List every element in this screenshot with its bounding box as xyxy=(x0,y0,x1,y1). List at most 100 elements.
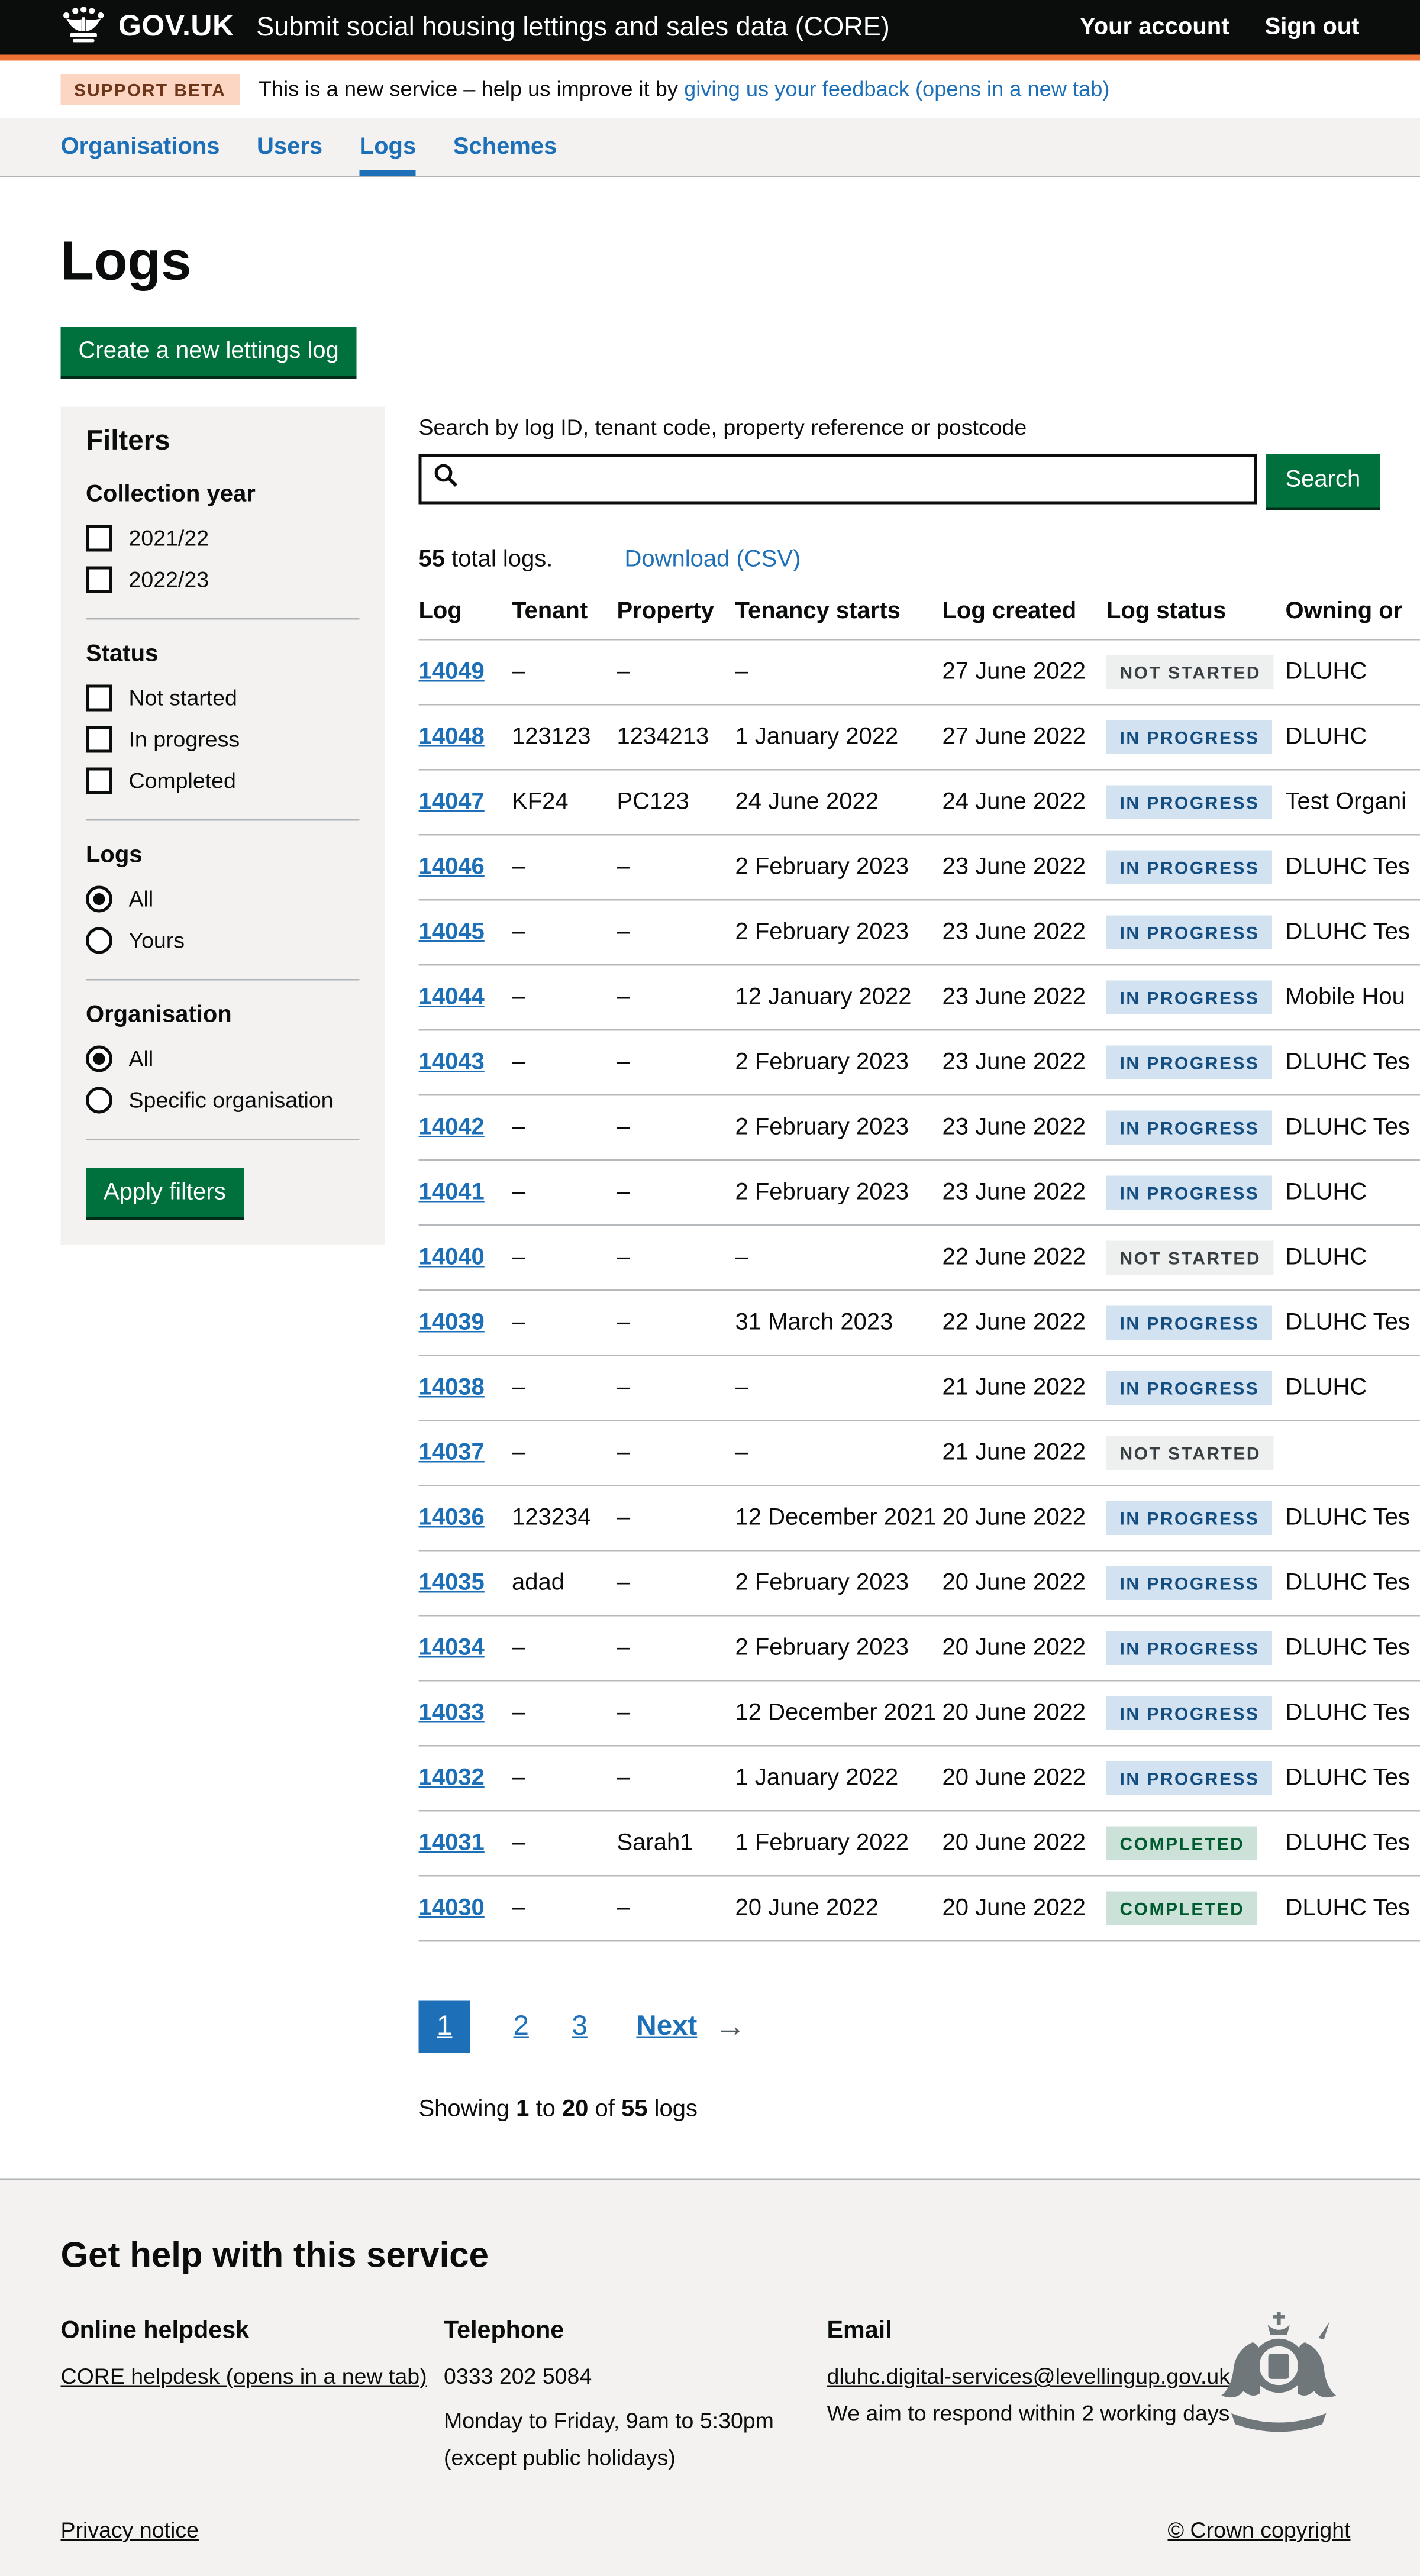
filter-option: Not started xyxy=(86,685,360,712)
feedback-link[interactable]: giving us your feedback (opens in a new … xyxy=(684,77,1109,101)
nav-item-schemes[interactable]: Schemes xyxy=(453,118,557,176)
log-id-link[interactable]: 14034 xyxy=(419,1635,485,1660)
crown-copyright-link[interactable]: © Crown copyright xyxy=(1167,2519,1350,2544)
log-id-link[interactable]: 14047 xyxy=(419,789,485,815)
log-id-link[interactable]: 14035 xyxy=(419,1570,485,1595)
tenant-cell: – xyxy=(512,835,617,900)
sign-out-link[interactable]: Sign out xyxy=(1265,14,1360,41)
checkbox-completed[interactable] xyxy=(86,768,112,794)
radio-logs-yours[interactable] xyxy=(86,927,112,954)
radio-organisation-all[interactable] xyxy=(86,1046,112,1072)
status-tag: IN PROGRESS xyxy=(1106,1696,1273,1731)
property-cell: – xyxy=(617,1550,735,1615)
privacy-notice-link[interactable]: Privacy notice xyxy=(61,2519,199,2544)
log-created-cell: 20 June 2022 xyxy=(943,1615,1107,1680)
property-cell: – xyxy=(617,1485,735,1550)
checkbox-in-progress[interactable] xyxy=(86,726,112,753)
property-cell: – xyxy=(617,1290,735,1355)
apply-filters-button[interactable]: Apply filters xyxy=(86,1168,244,1217)
log-id-link[interactable]: 14049 xyxy=(419,659,485,684)
log-status-cell: IN PROGRESS xyxy=(1106,770,1286,835)
owning-organisation-cell: DLUHC Tes xyxy=(1286,1746,1420,1811)
table-header-row: Log Tenant Property Tenancy starts Log c… xyxy=(419,596,1420,640)
filter-divider xyxy=(86,618,360,620)
log-id-link[interactable]: 14046 xyxy=(419,854,485,880)
filters-title: Filters xyxy=(86,426,360,458)
log-id-link[interactable]: 14042 xyxy=(419,1114,485,1140)
log-id-link[interactable]: 14043 xyxy=(419,1049,485,1075)
tenancy-starts-cell: 20 June 2022 xyxy=(735,1876,943,1941)
service-name[interactable]: Submit social housing lettings and sales… xyxy=(256,12,890,43)
download-csv-link[interactable]: Download (CSV) xyxy=(624,547,801,573)
pagination: 1 2 3 Next → xyxy=(419,2001,1420,2053)
property-cell: – xyxy=(617,1876,735,1941)
log-cell: 14049 xyxy=(419,639,512,704)
log-id-link[interactable]: 14039 xyxy=(419,1310,485,1335)
pagination-page-2[interactable]: 2 xyxy=(514,2011,529,2043)
nav-item-logs[interactable]: Logs xyxy=(360,118,417,176)
your-account-link[interactable]: Your account xyxy=(1080,14,1229,41)
status-tag: IN PROGRESS xyxy=(1106,720,1273,755)
status-tag: IN PROGRESS xyxy=(1106,1046,1273,1080)
filter-option: Specific organisation xyxy=(86,1087,360,1114)
table-row: 14040–––22 June 2022NOT STARTEDDLUHC xyxy=(419,1225,1420,1290)
log-status-cell: NOT STARTED xyxy=(1106,639,1286,704)
log-id-link[interactable]: 14032 xyxy=(419,1765,485,1790)
log-id-link[interactable]: 14040 xyxy=(419,1245,485,1270)
log-status-cell: IN PROGRESS xyxy=(1106,1680,1286,1746)
owning-organisation-cell: DLUHC Tes xyxy=(1286,1876,1420,1941)
log-status-cell: IN PROGRESS xyxy=(1106,900,1286,965)
checkbox-2021-22[interactable] xyxy=(86,525,112,552)
log-id-link[interactable]: 14033 xyxy=(419,1700,485,1725)
telephone-number: 0333 202 5084 xyxy=(444,2365,827,2390)
log-id-link[interactable]: 14038 xyxy=(419,1375,485,1400)
core-helpdesk-link[interactable]: CORE helpdesk (opens in a new tab) xyxy=(61,2365,427,2390)
log-cell: 14044 xyxy=(419,965,512,1030)
log-id-link[interactable]: 14031 xyxy=(419,1830,485,1856)
tenancy-starts-cell: 1 January 2022 xyxy=(735,1746,943,1811)
total-logs-suffix: total logs. xyxy=(445,547,553,573)
owning-organisation-cell: DLUHC Tes xyxy=(1286,1811,1420,1876)
log-created-cell: 21 June 2022 xyxy=(943,1355,1107,1420)
log-cell: 14043 xyxy=(419,1030,512,1095)
log-id-link[interactable]: 14037 xyxy=(419,1440,485,1465)
search-input[interactable] xyxy=(469,464,1243,494)
log-cell: 14035 xyxy=(419,1550,512,1615)
log-created-cell: 24 June 2022 xyxy=(943,770,1107,835)
log-status-cell: IN PROGRESS xyxy=(1106,965,1286,1030)
filter-option: All xyxy=(86,886,360,913)
log-id-link[interactable]: 14048 xyxy=(419,724,485,749)
nav-item-organisations[interactable]: Organisations xyxy=(61,118,220,176)
tenant-cell: – xyxy=(512,639,617,704)
log-id-link[interactable]: 14044 xyxy=(419,984,485,1010)
log-cell: 14036 xyxy=(419,1485,512,1550)
log-id-link[interactable]: 14036 xyxy=(419,1505,485,1530)
govuk-logo-text[interactable]: GOV.UK xyxy=(118,11,234,45)
pagination-page-1-current[interactable]: 1 xyxy=(419,2001,471,2053)
nav-item-users[interactable]: Users xyxy=(257,118,322,176)
pagination-next-link[interactable]: Next xyxy=(636,2011,697,2043)
log-id-link[interactable]: 14045 xyxy=(419,919,485,945)
search-button[interactable]: Search xyxy=(1266,454,1380,508)
checkbox-not-started[interactable] xyxy=(86,685,112,712)
property-cell: – xyxy=(617,900,735,965)
status-tag: IN PROGRESS xyxy=(1106,1501,1273,1536)
create-lettings-log-button[interactable]: Create a new lettings log xyxy=(61,327,357,376)
radio-specific-organisation[interactable] xyxy=(86,1087,112,1114)
owning-organisation-cell: DLUHC xyxy=(1286,704,1420,770)
radio-label: Specific organisation xyxy=(129,1088,334,1113)
tenant-cell: 123123 xyxy=(512,704,617,770)
property-cell: – xyxy=(617,1680,735,1746)
log-cell: 14031 xyxy=(419,1811,512,1876)
log-status-cell: NOT STARTED xyxy=(1106,1225,1286,1290)
pagination-page-3[interactable]: 3 xyxy=(572,2011,587,2043)
table-row: 14047KF24PC12324 June 202224 June 2022IN… xyxy=(419,770,1420,835)
radio-logs-all[interactable] xyxy=(86,886,112,913)
log-id-link[interactable]: 14041 xyxy=(419,1179,485,1205)
log-id-link[interactable]: 14030 xyxy=(419,1895,485,1921)
total-logs-count: 55 xyxy=(419,547,445,573)
checkbox-2022-23[interactable] xyxy=(86,567,112,593)
tenancy-starts-cell: 2 February 2023 xyxy=(735,835,943,900)
log-cell: 14033 xyxy=(419,1680,512,1746)
email-link[interactable]: dluhc.digital-services@levellingup.gov.u… xyxy=(827,2365,1230,2390)
